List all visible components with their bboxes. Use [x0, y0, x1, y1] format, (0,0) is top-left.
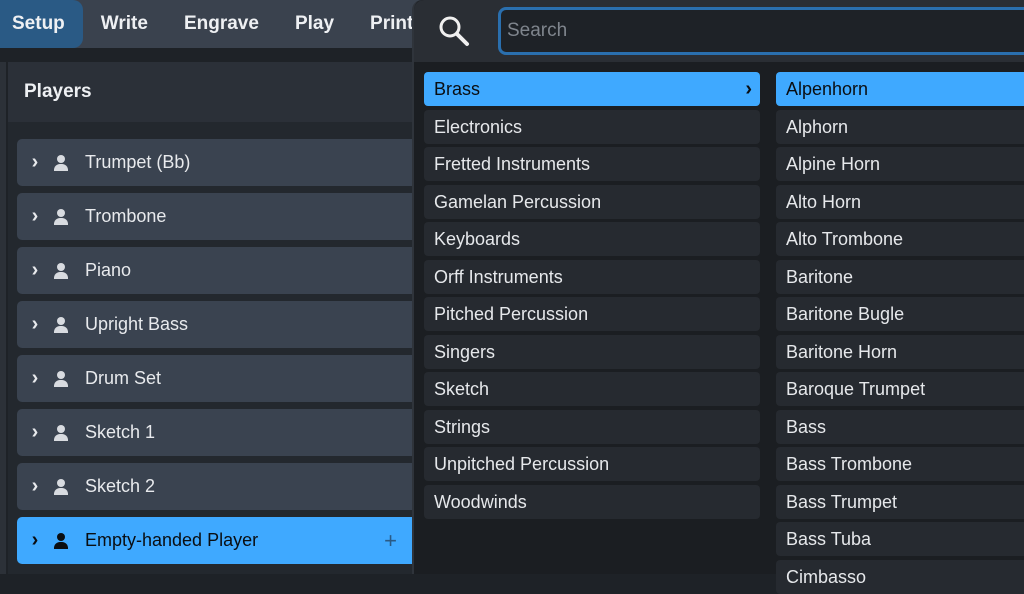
player-name: Empty-handed Player — [85, 530, 259, 550]
instrument-item[interactable]: Baritone Bugle — [776, 297, 1024, 331]
category-item[interactable]: Gamelan Percussion — [424, 184, 760, 219]
instrument-item[interactable]: Bass Tuba — [776, 522, 1024, 556]
category-label: Fretted Instruments — [434, 154, 591, 174]
instrument-item[interactable]: Cimbasso — [776, 559, 1024, 594]
instrument-item[interactable]: Baritone — [776, 259, 1024, 294]
chevron-right-icon[interactable]: › — [17, 421, 47, 444]
instrument-item[interactable]: Bass — [776, 409, 1024, 444]
category-item[interactable]: Unpitched Percussion — [424, 447, 760, 481]
player-row[interactable]: › Empty-handed Player + — [17, 517, 417, 564]
tab-setup[interactable]: Setup — [0, 0, 83, 48]
chevron-right-icon[interactable]: › — [17, 529, 47, 552]
tab-write[interactable]: Write — [83, 0, 166, 48]
person-icon — [53, 262, 69, 279]
instrument-picker: Brass › Electronics Fretted Instruments Game… — [412, 0, 1024, 594]
instrument-item[interactable]: Alto Trombone — [776, 222, 1024, 256]
person-icon — [53, 316, 69, 333]
instrument-item[interactable]: Bass Trumpet — [776, 484, 1024, 519]
player-name: Trombone — [85, 206, 167, 226]
search-icon — [439, 16, 469, 46]
instrument-item[interactable]: Alpine Horn — [776, 147, 1024, 181]
person-icon — [53, 208, 69, 225]
category-label: Gamelan Percussion — [434, 191, 602, 212]
category-item[interactable]: Woodwinds — [424, 484, 760, 519]
category-item[interactable]: Pitched Percussion — [424, 297, 760, 331]
players-title: Players — [8, 62, 412, 122]
category-item[interactable]: Singers — [424, 334, 760, 369]
player-row[interactable]: › Piano — [17, 247, 417, 294]
category-item[interactable]: Brass › — [424, 72, 760, 106]
chevron-right-icon[interactable]: › — [17, 205, 47, 228]
instrument-item[interactable]: Alpenhorn — [776, 72, 1024, 106]
chevron-right-icon[interactable]: › — [17, 313, 47, 336]
sidebar-edge — [0, 62, 6, 574]
player-name: Sketch 1 — [85, 422, 156, 442]
instrument-item[interactable]: Baroque Trumpet — [776, 372, 1024, 406]
add-instrument-button[interactable]: + — [384, 528, 397, 554]
category-label: Strings — [434, 416, 491, 437]
person-icon — [53, 154, 69, 171]
category-item[interactable]: Keyboards — [424, 222, 760, 256]
search-input[interactable] — [498, 7, 1024, 55]
person-icon — [53, 370, 69, 387]
chevron-right-icon[interactable]: › — [17, 475, 47, 498]
person-icon — [53, 424, 69, 441]
chevron-right-icon[interactable]: › — [17, 151, 47, 174]
category-item[interactable]: Orff Instruments — [424, 259, 760, 294]
player-row[interactable]: › Trombone — [17, 193, 417, 240]
player-row[interactable]: › Upright Bass — [17, 301, 417, 348]
instrument-item[interactable]: Alto Horn — [776, 184, 1024, 219]
player-name: Drum Set — [85, 368, 162, 388]
player-row[interactable]: › Sketch 1 — [17, 409, 417, 456]
player-row[interactable]: › Trumpet (Bb) — [17, 139, 417, 186]
category-label: Keyboards — [434, 229, 521, 249]
chevron-right-icon[interactable]: › — [17, 259, 47, 282]
tab-engrave[interactable]: Engrave — [166, 0, 277, 48]
category-label: Singers — [434, 341, 496, 362]
person-icon — [53, 532, 69, 549]
player-row[interactable]: › Sketch 2 — [17, 463, 417, 510]
category-label: Electronics — [434, 116, 523, 137]
search-bar — [414, 0, 1024, 62]
category-item[interactable]: Electronics — [424, 109, 760, 144]
player-name: Trumpet (Bb) — [85, 152, 191, 172]
category-label: Brass — [434, 79, 481, 99]
instrument-item[interactable]: Alphorn — [776, 109, 1024, 144]
instrument-item[interactable]: Baritone Horn — [776, 334, 1024, 369]
category-label: Orff Instruments — [434, 266, 563, 287]
tab-play[interactable]: Play — [277, 0, 352, 48]
player-name: Sketch 2 — [85, 476, 156, 496]
category-label: Pitched Percussion — [434, 304, 589, 324]
category-label: Unpitched Percussion — [434, 454, 610, 474]
chevron-right-icon[interactable]: › — [17, 367, 47, 390]
category-label: Sketch — [434, 379, 490, 399]
player-name: Piano — [85, 260, 132, 280]
category-label: Woodwinds — [434, 491, 527, 512]
chevron-right-icon: › — [745, 78, 752, 100]
category-item[interactable]: Sketch — [424, 372, 760, 406]
person-icon — [53, 478, 69, 495]
player-row[interactable]: › Drum Set — [17, 355, 417, 402]
category-item[interactable]: Fretted Instruments — [424, 147, 760, 181]
category-item[interactable]: Strings — [424, 409, 760, 444]
instrument-item[interactable]: Bass Trombone — [776, 447, 1024, 481]
player-name: Upright Bass — [85, 314, 189, 334]
